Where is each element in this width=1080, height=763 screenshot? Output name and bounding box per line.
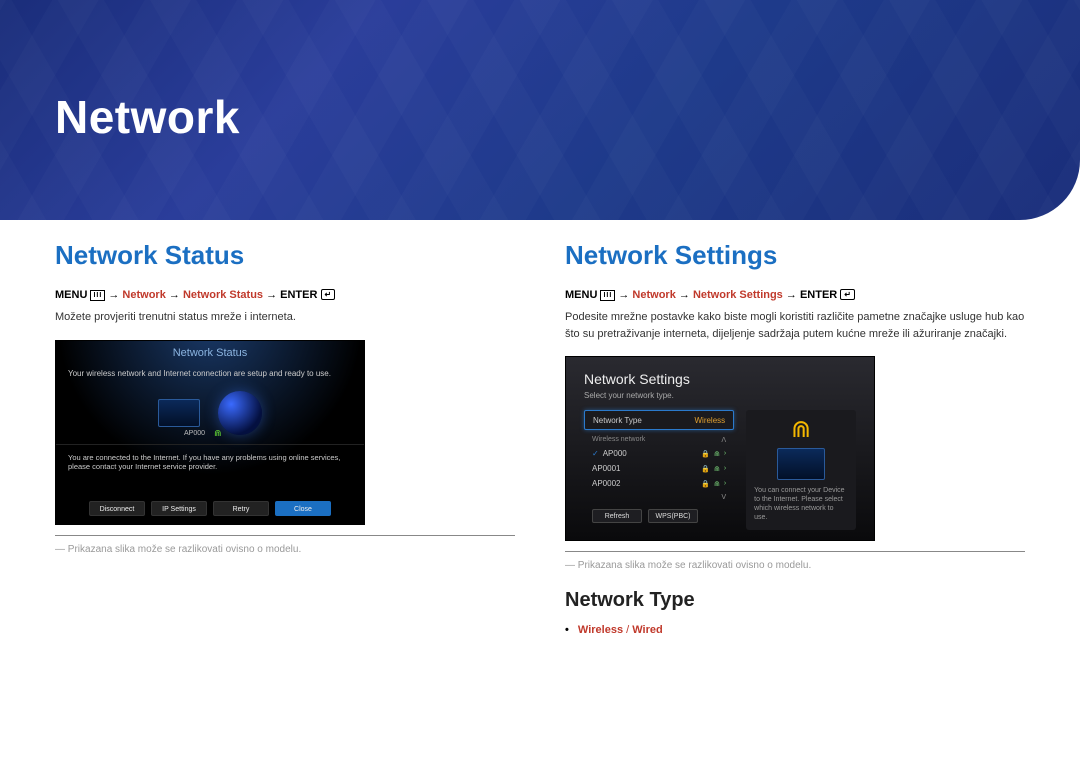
side-help-text: You can connect your Device to the Inter… — [754, 486, 848, 522]
list-footer: ᐯ — [584, 491, 734, 503]
group-label-text: Wireless network — [592, 436, 645, 444]
wps-button[interactable]: WPS(PBC) — [648, 509, 698, 523]
caption-status: Prikazana slika može se razlikovati ovis… — [55, 544, 515, 555]
menu-label: MENU — [55, 289, 87, 301]
chevron-up-icon: ᐱ — [721, 436, 726, 444]
ap-row[interactable]: AP0002 🔒 ⋒ › — [584, 476, 734, 491]
shot-title: Network Settings — [584, 371, 856, 387]
shot-right-panel: ⋒ You can connect your Device to the Int… — [746, 410, 856, 530]
bullet-dot-icon: • — [565, 624, 569, 636]
wireless-group-label: Wireless network ᐱ — [584, 434, 734, 446]
shot-left-panel: Network Type Wireless Wireless network ᐱ… — [584, 410, 734, 530]
globe-icon — [218, 391, 262, 435]
chevron-down-icon: ᐯ — [721, 493, 726, 501]
menu-icon: III — [90, 290, 105, 301]
ap-row[interactable]: ✓ AP000 🔒 ⋒ › — [584, 446, 734, 461]
wifi-big-icon: ⋒ — [791, 418, 811, 442]
wifi-icon: ⋒ — [714, 480, 720, 488]
divider — [55, 535, 515, 536]
wifi-icon: ⋒ — [214, 428, 222, 439]
crumb-network-settings: Network Settings — [693, 289, 783, 301]
screenshot-network-settings: Network Settings Select your network typ… — [565, 356, 875, 541]
close-button[interactable]: Close — [275, 501, 331, 516]
shot-message-2: You are connected to the Internet. If yo… — [56, 444, 364, 477]
refresh-button[interactable]: Refresh — [592, 509, 642, 523]
check-icon: ✓ — [592, 449, 599, 458]
option-wireless: Wireless — [578, 624, 623, 636]
divider — [565, 551, 1025, 552]
ap-label: AP000 — [184, 430, 205, 437]
ap-name: AP0002 — [592, 479, 620, 488]
lock-icon: 🔒 — [701, 450, 710, 458]
crumb-network-status: Network Status — [183, 289, 263, 301]
column-network-settings: Network Settings MENU III → Network → Ne… — [565, 240, 1025, 636]
enter-icon: ↵ — [321, 289, 336, 300]
chevron-right-icon: › — [724, 480, 726, 488]
network-type-label: Network Type — [593, 416, 642, 425]
arrow-icon: → — [786, 289, 800, 301]
arrow-icon: → — [266, 289, 280, 301]
wifi-icon: ⋒ — [714, 450, 720, 458]
enter-label: ENTER — [280, 289, 317, 301]
page-title: Network — [55, 90, 240, 144]
crumb-network: Network — [632, 289, 675, 301]
option-wired: Wired — [632, 624, 662, 636]
bullet-network-type: • Wireless / Wired — [565, 624, 1025, 636]
page-header: Network — [0, 0, 1080, 220]
ap-name: AP0001 — [592, 464, 620, 473]
shot-graphic: AP000 ⋒ — [56, 382, 364, 444]
shot-button-row: Refresh WPS(PBC) — [584, 509, 734, 523]
crumb-network: Network — [122, 289, 165, 301]
shot-title: Network Status — [56, 341, 364, 361]
network-type-value: Wireless — [694, 416, 725, 425]
chevron-right-icon: › — [724, 450, 726, 458]
disconnect-button[interactable]: Disconnect — [89, 501, 145, 516]
desc-settings: Podesite mrežne postavke kako biste mogl… — [565, 309, 1025, 342]
desc-status: Možete provjeriti trenutni status mreže … — [55, 309, 515, 326]
shot-button-row: Disconnect IP Settings Retry Close — [56, 501, 364, 516]
menu-icon: III — [600, 290, 615, 301]
ip-settings-button[interactable]: IP Settings — [151, 501, 207, 516]
enter-icon: ↵ — [840, 289, 855, 300]
arrow-icon: → — [108, 289, 122, 301]
tv-icon — [158, 399, 200, 427]
option-separator: / — [626, 624, 629, 636]
shot-message-1: Your wireless network and Internet conne… — [56, 361, 364, 382]
section-title-status: Network Status — [55, 240, 515, 271]
lock-icon: 🔒 — [701, 465, 710, 473]
network-type-row[interactable]: Network Type Wireless — [584, 410, 734, 430]
wifi-icon: ⋒ — [714, 465, 720, 473]
retry-button[interactable]: Retry — [213, 501, 269, 516]
chevron-right-icon: › — [724, 465, 726, 473]
arrow-icon: → — [679, 289, 693, 301]
shot-subtitle: Select your network type. — [584, 391, 856, 400]
device-icon — [777, 448, 825, 480]
caption-settings: Prikazana slika može se razlikovati ovis… — [565, 560, 1025, 571]
section-title-settings: Network Settings — [565, 240, 1025, 271]
menu-label: MENU — [565, 289, 597, 301]
breadcrumb-settings: MENU III → Network → Network Settings → … — [565, 289, 1025, 301]
column-network-status: Network Status MENU III → Network → Netw… — [55, 240, 515, 636]
arrow-icon: → — [169, 289, 183, 301]
ap-row[interactable]: AP0001 🔒 ⋒ › — [584, 461, 734, 476]
lock-icon: 🔒 — [701, 480, 710, 488]
enter-label: ENTER — [800, 289, 837, 301]
ap-name: AP000 — [603, 449, 627, 458]
breadcrumb-status: MENU III → Network → Network Status → EN… — [55, 289, 515, 301]
screenshot-network-status: Network Status Your wireless network and… — [55, 340, 365, 525]
page-content: Network Status MENU III → Network → Netw… — [0, 220, 1080, 636]
subhead-network-type: Network Type — [565, 589, 1025, 612]
arrow-icon: → — [618, 289, 632, 301]
